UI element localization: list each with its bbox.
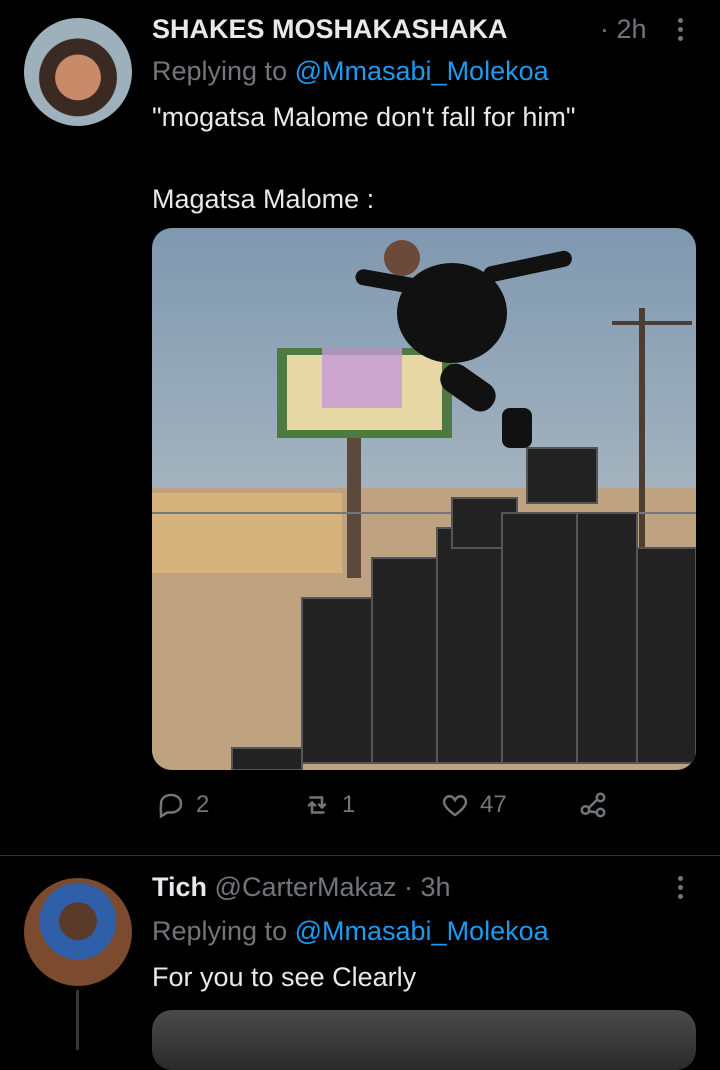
replying-prefix-2: Replying to: [152, 916, 288, 946]
tweet-actions: 2 1 47: [152, 790, 672, 834]
share-icon: [580, 792, 606, 818]
like-button[interactable]: 47: [440, 790, 507, 820]
tweet-time-2[interactable]: · 3h: [404, 872, 451, 902]
like-icon: [442, 794, 468, 817]
reply-button[interactable]: 2: [156, 790, 209, 820]
replying-to-2: Replying to @Mmasabi_Molekoa: [152, 916, 549, 947]
tweet-text-line1: "mogatsa Malome don't fall for him": [152, 102, 576, 132]
more-icon[interactable]: [678, 18, 686, 45]
tweet2-header: Tich @CarterMakaz · 3h: [152, 872, 451, 903]
avatar-tich[interactable]: [24, 878, 132, 986]
retweet-count: 1: [342, 791, 356, 818]
display-name[interactable]: SHAKES MOSHAKASHAKA: [152, 14, 508, 45]
tweet-text-line2: Magatsa Malome :: [152, 184, 375, 214]
more-icon-2[interactable]: [678, 876, 686, 903]
replying-to: Replying to @Mmasabi_Molekoa: [152, 56, 549, 87]
like-count: 47: [480, 791, 507, 818]
display-name-2[interactable]: Tich: [152, 872, 207, 902]
tweet2-text: For you to see Clearly: [152, 962, 417, 992]
avatar-shakes[interactable]: [24, 18, 132, 126]
replying-prefix: Replying to: [152, 56, 288, 86]
replying-to-handle-2[interactable]: @Mmasabi_Molekoa: [295, 916, 549, 946]
tweet-divider: [0, 855, 720, 856]
reply-icon: [159, 793, 183, 819]
thread-line: [76, 990, 79, 1050]
reply-count: 2: [196, 791, 210, 818]
retweet-icon: [307, 796, 327, 814]
media-illustration: [152, 240, 696, 770]
replying-to-handle[interactable]: @Mmasabi_Molekoa: [295, 56, 549, 86]
tweet2-media-image[interactable]: [152, 1010, 696, 1070]
share-button[interactable]: [578, 790, 608, 820]
retweet-button[interactable]: 1: [302, 790, 355, 820]
tweet-time[interactable]: · 2h: [600, 14, 647, 45]
tweet-media-image[interactable]: [152, 228, 696, 770]
handle-2[interactable]: @CarterMakaz: [215, 872, 397, 902]
